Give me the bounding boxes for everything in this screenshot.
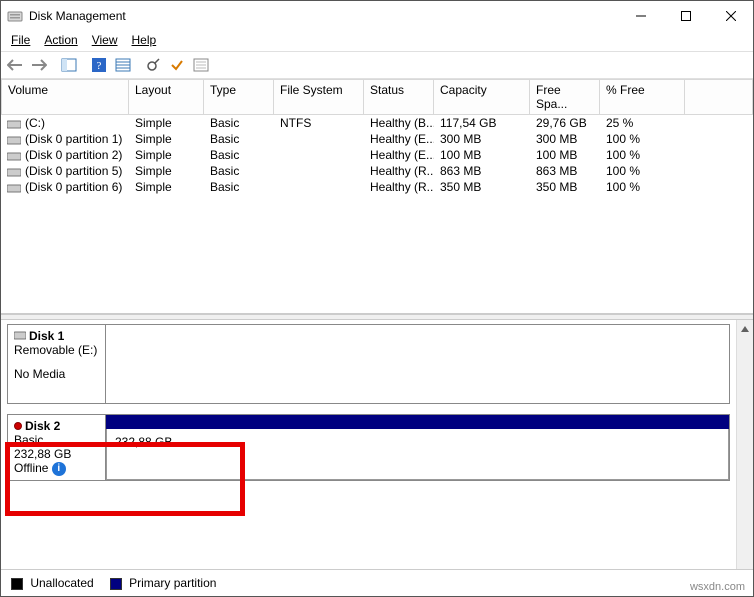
disk1-block[interactable]: Disk 1 Removable (E:) No Media [7,324,730,404]
disk-icon [14,329,26,343]
swatch-primary [110,578,122,590]
disk2-type: Basic [14,433,99,447]
disk-management-window: Disk Management File Action View Help [0,0,754,597]
watermark: wsxdn.com [686,580,749,594]
menu-file[interactable]: File [11,33,30,47]
disk2-name: Disk 2 [25,419,60,433]
help-icon[interactable]: ? [87,54,111,76]
titlebar: Disk Management [1,1,753,31]
swatch-unallocated [11,578,23,590]
disk1-label[interactable]: Disk 1 Removable (E:) No Media [8,325,106,403]
disk1-partitions [106,325,729,403]
properties-icon[interactable] [189,54,213,76]
disk2-status: Offline [14,461,48,475]
legend-primary: Primary partition [110,576,217,590]
volume-icon [7,151,21,161]
toolbar: ? [1,51,753,79]
disk2-size: 232,88 GB [14,447,99,461]
col-volume[interactable]: Volume [1,79,129,115]
disk1-nomedia: No Media [14,367,99,381]
menu-view[interactable]: View [92,33,118,47]
list-view-icon[interactable] [111,54,135,76]
col-layout[interactable]: Layout [129,79,204,115]
legend-unallocated: Unallocated [11,576,94,590]
table-row[interactable]: (Disk 0 partition 1)SimpleBasicHealthy (… [1,131,753,147]
table-row[interactable]: (Disk 0 partition 2)SimpleBasicHealthy (… [1,147,753,163]
volume-list-header[interactable]: Volume Layout Type File System Status Ca… [1,79,753,115]
disk2-partitions[interactable]: 232,88 GB [106,415,729,480]
col-pctfree[interactable]: % Free [600,79,685,115]
forward-button[interactable] [27,54,51,76]
volume-icon [7,183,21,193]
maximize-button[interactable] [663,1,708,31]
volume-icon [7,119,21,129]
back-button[interactable] [3,54,27,76]
close-button[interactable] [708,1,753,31]
scroll-up-icon[interactable] [737,320,754,337]
disk1-name: Disk 1 [29,329,64,343]
show-hide-tree-icon[interactable] [57,54,81,76]
table-row[interactable]: (C:)SimpleBasicNTFSHealthy (B...117,54 G… [1,115,753,131]
col-free[interactable]: Free Spa... [530,79,600,115]
minimize-button[interactable] [618,1,663,31]
graphical-view: Disk 1 Removable (E:) No Media [1,320,753,569]
disk2-label[interactable]: Disk 2 Basic 232,88 GB Offline i [8,415,106,480]
app-icon [7,8,23,24]
apply-icon[interactable] [165,54,189,76]
table-row[interactable]: (Disk 0 partition 6)SimpleBasicHealthy (… [1,179,753,195]
volume-list[interactable]: Volume Layout Type File System Status Ca… [1,79,753,314]
info-icon[interactable]: i [52,462,66,476]
table-row[interactable]: (Disk 0 partition 5)SimpleBasicHealthy (… [1,163,753,179]
offline-indicator-icon [14,422,22,430]
volume-icon [7,135,21,145]
partition-stripe [106,415,729,429]
col-capacity[interactable]: Capacity [434,79,530,115]
legend: Unallocated Primary partition [1,569,753,596]
col-filesystem[interactable]: File System [274,79,364,115]
vertical-scrollbar[interactable] [736,320,753,569]
volume-icon [7,167,21,177]
menu-help[interactable]: Help [132,33,157,47]
menu-action[interactable]: Action [44,33,77,47]
window-title: Disk Management [29,9,618,23]
col-spacer [685,79,753,115]
menubar: File Action View Help [1,31,753,51]
col-type[interactable]: Type [204,79,274,115]
disk1-removable: Removable (E:) [14,343,99,357]
refresh-icon[interactable] [141,54,165,76]
disk2-partition[interactable]: 232,88 GB [106,429,729,480]
disk2-block[interactable]: Disk 2 Basic 232,88 GB Offline i 232,88 … [7,414,730,481]
disk2-partition-size: 232,88 GB [115,435,720,449]
svg-text:?: ? [97,60,102,72]
col-status[interactable]: Status [364,79,434,115]
